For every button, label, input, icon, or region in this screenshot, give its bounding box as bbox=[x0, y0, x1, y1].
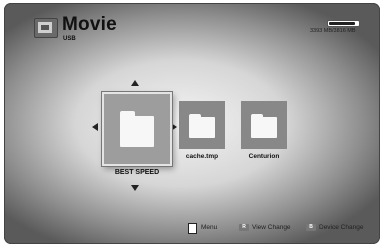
screen: Movie USB 3393 MB/3816 MB BEST SPEED cac… bbox=[4, 3, 380, 244]
page-title: Movie bbox=[62, 14, 117, 35]
folder-item-cache[interactable] bbox=[179, 101, 225, 149]
left-arrow-icon[interactable] bbox=[91, 122, 99, 132]
blue-button-icon: B bbox=[306, 224, 316, 231]
device-subtitle: USB bbox=[63, 36, 76, 42]
folder-item-selected[interactable] bbox=[102, 92, 172, 166]
menu-label: Menu bbox=[201, 224, 218, 231]
folder-icon bbox=[120, 111, 154, 147]
red-button-icon: R bbox=[239, 224, 249, 231]
folder-label-centurion: Centurion bbox=[248, 153, 280, 160]
folder-label-best-speed: BEST SPEED bbox=[114, 169, 160, 176]
view-change-label: View Change bbox=[252, 224, 291, 231]
folder-item-centurion[interactable] bbox=[241, 101, 287, 149]
folder-icon bbox=[189, 114, 215, 138]
folder-label-cache: cache.tmp bbox=[185, 153, 219, 160]
folder-icon bbox=[251, 114, 277, 138]
movie-folder-icon bbox=[34, 18, 58, 38]
storage-text: 3393 MB/3816 MB bbox=[310, 28, 356, 34]
device-change-label: Device Change bbox=[319, 224, 364, 231]
down-arrow-icon[interactable] bbox=[130, 184, 140, 192]
storage-bar bbox=[327, 20, 360, 27]
storage-bar-fill bbox=[329, 22, 355, 25]
menu-icon bbox=[188, 223, 197, 234]
up-arrow-icon[interactable] bbox=[130, 79, 140, 87]
